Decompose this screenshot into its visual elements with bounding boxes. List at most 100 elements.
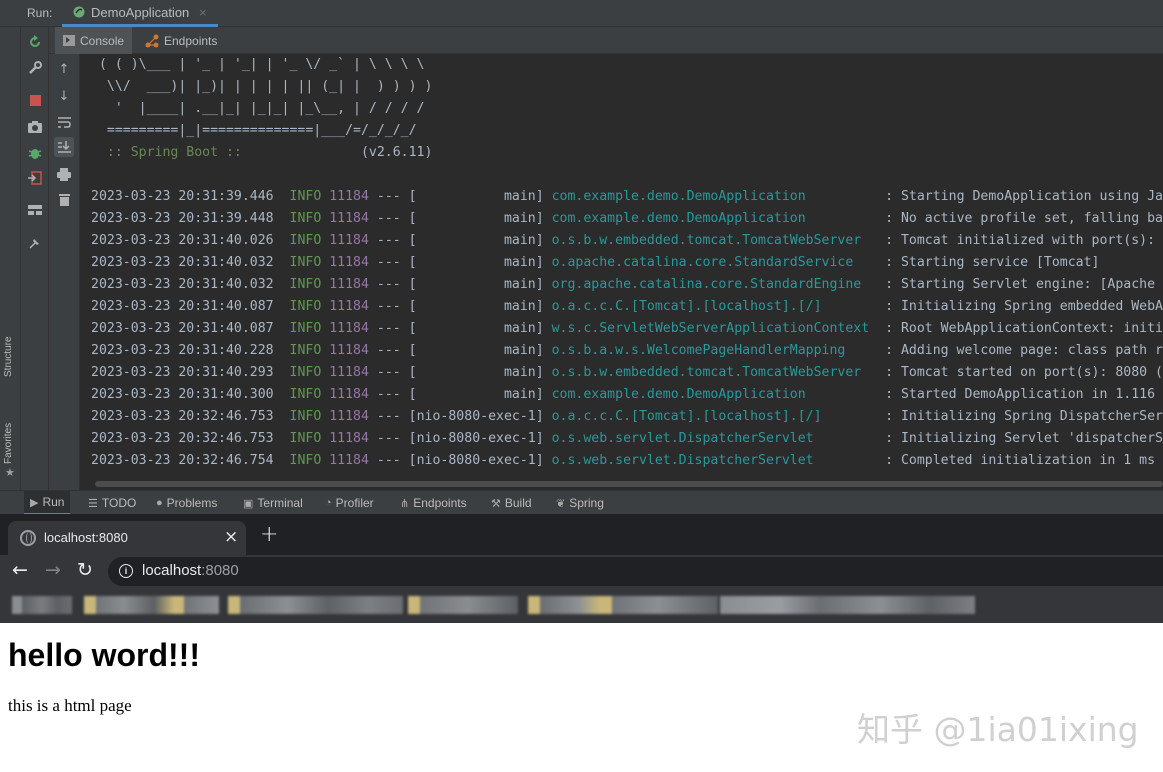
log-level: INFO bbox=[289, 233, 322, 248]
log-line: 2023-03-23 20:31:39.448 INFO 11184 --- [… bbox=[91, 208, 1163, 230]
log-padding bbox=[814, 431, 878, 446]
log-message: : Initializing Spring embedded WebA bbox=[885, 299, 1163, 314]
spring-boot-label: :: Spring Boot :: bbox=[91, 145, 242, 160]
tab-todo[interactable]: ☰ TODO bbox=[82, 491, 142, 514]
blurred-bookmark[interactable] bbox=[228, 596, 403, 614]
rerun-icon[interactable] bbox=[25, 32, 45, 52]
tab-endpoints[interactable]: Endpoints bbox=[137, 27, 225, 54]
browser-tab-title: localhost:8080 bbox=[44, 530, 128, 545]
list-icon: ☰ bbox=[88, 497, 98, 510]
log-level: INFO bbox=[289, 299, 322, 314]
structure-side-tab[interactable]: Structure bbox=[3, 336, 14, 377]
blurred-bookmark[interactable] bbox=[720, 596, 975, 614]
bookmarks-bar-blurred bbox=[0, 588, 1163, 623]
log-thread: [ main] bbox=[408, 299, 544, 314]
tab-terminal[interactable]: ▣ Terminal bbox=[237, 491, 309, 514]
spring-boot-version: (v2.6.11) bbox=[360, 145, 433, 160]
trash-icon[interactable] bbox=[54, 189, 74, 209]
soft-wrap-icon[interactable] bbox=[54, 113, 74, 133]
log-level: INFO bbox=[289, 431, 322, 446]
url-host: localhost bbox=[142, 562, 202, 579]
log-padding bbox=[845, 343, 877, 358]
tab-profiler[interactable]: ◔ Profiler bbox=[319, 491, 380, 514]
horizontal-scrollbar[interactable] bbox=[80, 480, 1163, 488]
page-heading: hello word!!! bbox=[8, 637, 200, 673]
close-icon[interactable]: × bbox=[224, 527, 238, 547]
log-level: INFO bbox=[289, 321, 322, 336]
layout-icon[interactable] bbox=[25, 200, 45, 220]
info-icon: ● bbox=[156, 497, 163, 509]
exit-icon[interactable] bbox=[25, 168, 45, 188]
scroll-to-end-icon[interactable] bbox=[54, 137, 74, 157]
log-pid: 11184 bbox=[329, 343, 369, 358]
favorites-side-tab[interactable]: Favorites bbox=[3, 423, 14, 464]
log-message: : Tomcat initialized with port(s): bbox=[885, 233, 1156, 248]
log-padding bbox=[822, 409, 878, 424]
close-icon[interactable]: × bbox=[198, 6, 207, 19]
blurred-bookmark[interactable] bbox=[12, 596, 72, 614]
print-icon[interactable] bbox=[54, 164, 74, 184]
log-timestamp: 2023-03-23 20:31:40.087 bbox=[91, 321, 274, 336]
arrow-up-icon[interactable]: ↑ bbox=[54, 59, 74, 79]
profiler-icon: ◔ bbox=[325, 497, 332, 509]
run-config-tab[interactable]: DemoApplication × bbox=[62, 0, 218, 27]
log-pid: 11184 bbox=[329, 453, 369, 468]
log-line: 2023-03-23 20:32:46.754 INFO 11184 --- [… bbox=[91, 450, 1155, 472]
spring-leaf-icon: ❦ bbox=[556, 497, 566, 510]
log-separator: --- bbox=[376, 453, 401, 468]
log-pid: 11184 bbox=[329, 211, 369, 226]
info-icon[interactable]: i bbox=[119, 564, 133, 578]
tab-problems[interactable]: ● Problems bbox=[150, 491, 223, 514]
bottom-toolwindow-bar: ▶ Run ☰ TODO ● Problems ▣ Terminal ◔ Pro… bbox=[0, 490, 1163, 514]
forward-button[interactable]: → bbox=[45, 559, 61, 581]
tab-build[interactable]: ⚒ Build bbox=[485, 491, 538, 514]
tab-spring[interactable]: ❦ Spring bbox=[550, 491, 610, 514]
log-logger: o.s.b.w.embedded.tomcat.TomcatWebServer bbox=[551, 233, 862, 248]
tab-run[interactable]: ▶ Run bbox=[24, 491, 71, 514]
arrow-down-icon[interactable]: ↓ bbox=[54, 86, 74, 106]
log-level: INFO bbox=[289, 211, 322, 226]
tab-console[interactable]: Console bbox=[55, 27, 133, 54]
log-line: 2023-03-23 20:32:46.753 INFO 11184 --- [… bbox=[91, 406, 1163, 428]
reload-button[interactable]: ↻ bbox=[77, 559, 93, 581]
scrollbar-thumb[interactable] bbox=[95, 481, 1163, 487]
log-line: 2023-03-23 20:32:46.753 INFO 11184 --- [… bbox=[91, 428, 1163, 450]
back-button[interactable]: ← bbox=[12, 559, 28, 581]
address-bar[interactable]: i localhost:8080 bbox=[108, 557, 1163, 586]
log-pid: 11184 bbox=[329, 409, 369, 424]
log-message: : Root WebApplicationContext: initi bbox=[885, 321, 1163, 336]
log-thread: [ main] bbox=[408, 189, 544, 204]
blurred-bookmark[interactable] bbox=[408, 596, 518, 614]
tab-spring-label: Spring bbox=[569, 496, 604, 510]
banner-line: \\/ ___)| |_)| | | | | || (_| | ) ) ) ) bbox=[91, 79, 433, 94]
log-logger: org.apache.catalina.core.StandardEngine bbox=[551, 277, 862, 292]
stop-icon[interactable] bbox=[25, 90, 45, 110]
browser-tab[interactable]: localhost:8080 × bbox=[8, 521, 246, 555]
log-line: 2023-03-23 20:31:40.293 INFO 11184 --- [… bbox=[91, 362, 1163, 384]
log-line: 2023-03-23 20:31:39.446 INFO 11184 --- [… bbox=[91, 186, 1163, 208]
log-pid: 11184 bbox=[329, 387, 369, 402]
new-tab-button[interactable]: + bbox=[260, 522, 278, 547]
browser-window: localhost:8080 × + ← → ↻ i localhost:808… bbox=[0, 514, 1163, 772]
log-separator: --- bbox=[376, 387, 401, 402]
console-output[interactable]: ( ( )\___ | '_ | '_| | '_ \/ _` | \ \ \ … bbox=[80, 54, 1163, 490]
blurred-bookmark[interactable] bbox=[528, 596, 718, 614]
log-timestamp: 2023-03-23 20:31:40.026 bbox=[91, 233, 274, 248]
wrench-icon[interactable] bbox=[25, 58, 45, 78]
camera-icon[interactable] bbox=[25, 117, 45, 137]
log-separator: --- bbox=[376, 299, 401, 314]
tab-endpoints-bottom[interactable]: ⋔ Endpoints bbox=[394, 491, 473, 514]
left-tool-strip: Structure Favorites bbox=[0, 27, 21, 490]
pin-icon[interactable] bbox=[25, 233, 45, 253]
log-pid: 11184 bbox=[329, 255, 369, 270]
log-timestamp: 2023-03-23 20:31:40.293 bbox=[91, 365, 274, 380]
debug-bug-icon[interactable] bbox=[25, 143, 45, 163]
log-timestamp: 2023-03-23 20:31:40.087 bbox=[91, 299, 274, 314]
log-pid: 11184 bbox=[329, 321, 369, 336]
log-line: 2023-03-23 20:31:40.032 INFO 11184 --- [… bbox=[91, 252, 1099, 274]
tab-terminal-label: Terminal bbox=[257, 496, 303, 510]
log-pid: 11184 bbox=[329, 233, 369, 248]
log-message: : Adding welcome page: class path r bbox=[885, 343, 1163, 358]
log-logger: o.a.c.c.C.[Tomcat].[localhost].[/] bbox=[551, 299, 822, 314]
blurred-bookmark[interactable] bbox=[84, 596, 219, 614]
